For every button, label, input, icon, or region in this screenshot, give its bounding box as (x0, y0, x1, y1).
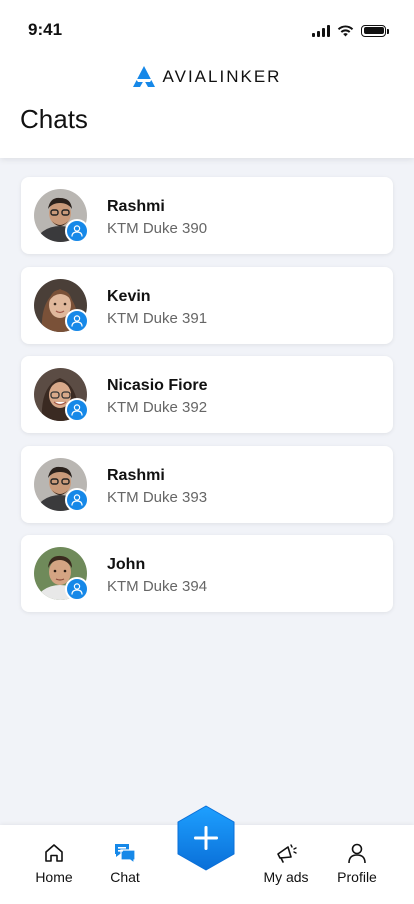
chat-icon (115, 844, 136, 864)
chat-item[interactable]: Rashmi KTM Duke 390 (21, 177, 393, 254)
nav-profile-label: Profile (337, 869, 377, 885)
brand-name: AVIALINKER (162, 66, 282, 86)
megaphone-icon (277, 844, 297, 863)
chat-subtitle: KTM Duke 392 (107, 399, 208, 416)
nav-home[interactable]: Home (19, 825, 89, 904)
nav-chat[interactable]: Chat (90, 825, 160, 904)
chat-name: Rashmi (107, 198, 165, 215)
user-icon (71, 493, 83, 506)
add-ad-button[interactable] (176, 805, 236, 871)
nav-profile[interactable]: Profile (322, 825, 392, 904)
chat-item[interactable]: John KTM Duke 394 (21, 535, 393, 612)
page-title: Chats (20, 104, 88, 134)
wifi-icon (337, 25, 354, 37)
avialinker-logo-icon (132, 66, 155, 87)
home-icon (45, 844, 63, 862)
chat-name: Rashmi (107, 466, 165, 484)
user-badge (65, 219, 89, 243)
chat-list: Rashmi KTM Duke 390 Kevin KTM Duke 391 N… (21, 177, 393, 625)
nav-my-ads[interactable]: My ads (251, 825, 321, 904)
nav-home-label: Home (35, 869, 73, 885)
user-badge (65, 577, 89, 601)
user-icon (71, 583, 83, 595)
user-icon (71, 225, 83, 237)
status-icons (312, 24, 389, 37)
chat-subtitle: KTM Duke 391 (107, 309, 208, 327)
chat-item[interactable]: Nicasio Fiore KTM Duke 392 (21, 356, 393, 433)
signal-icon (312, 24, 330, 37)
chat-subtitle: KTM Duke 394 (107, 578, 208, 595)
chat-subtitle: KTM Duke 390 (107, 220, 208, 237)
profile-icon (348, 843, 366, 864)
user-badge (65, 398, 89, 422)
chat-item[interactable]: Kevin KTM Duke 391 (21, 266, 393, 344)
chat-name: Nicasio Fiore (107, 377, 208, 394)
chat-item[interactable]: Rashmi KTM Duke 393 (21, 445, 393, 523)
nav-chat-label: Chat (110, 869, 140, 885)
battery-icon (361, 24, 389, 37)
app-header: 9:41 AVIALINKER Chats (0, 0, 414, 158)
nav-my-ads-label: My ads (263, 869, 309, 885)
chat-subtitle: KTM Duke 393 (107, 488, 208, 506)
chat-name: Kevin (107, 287, 151, 305)
brand: AVIALINKER (0, 66, 414, 87)
status-time: 9:41 (28, 20, 63, 39)
user-icon (71, 404, 83, 416)
user-badge (65, 487, 89, 512)
user-badge (65, 308, 89, 333)
chat-name: John (107, 556, 146, 573)
user-icon (71, 314, 83, 327)
